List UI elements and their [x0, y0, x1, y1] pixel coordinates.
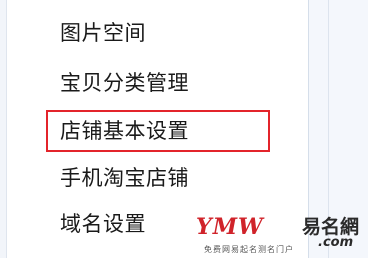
menu-item-picture-space[interactable]: 图片空间 — [60, 19, 146, 47]
menu-item-domain-settings[interactable]: 域名设置 — [60, 210, 146, 238]
watermark-logo: YMW — [196, 214, 264, 240]
menu-item-mobile-taobao-shop[interactable]: 手机淘宝店铺 — [60, 164, 189, 192]
menu-item-category-management[interactable]: 宝贝分类管理 — [60, 69, 189, 97]
watermark: YMW 易名網 .com 免费网易起名测名门户 — [196, 214, 368, 258]
page: 图片空间 宝贝分类管理 店铺基本设置 手机淘宝店铺 域名设置 YMW 易名網 .… — [0, 0, 368, 258]
highlight-box — [46, 110, 270, 152]
watermark-subtitle: 免费网易起名测名门户 — [204, 245, 294, 254]
watermark-com-text: .com — [318, 235, 354, 250]
